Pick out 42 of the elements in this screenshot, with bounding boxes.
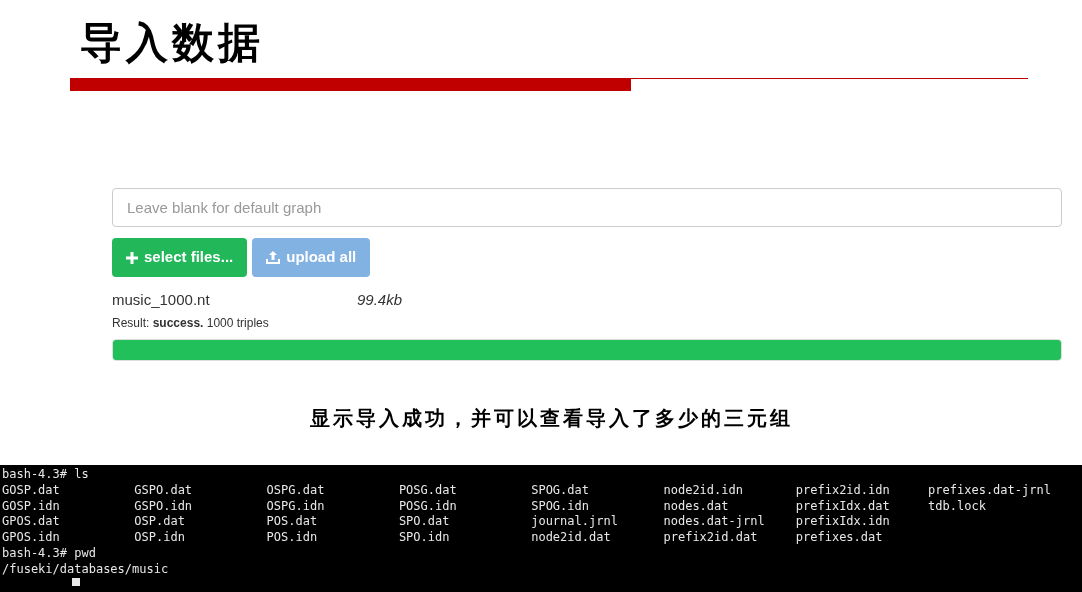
command-line: bash-4.3# ls (2, 467, 89, 483)
file-entry: SPO.dat (398, 514, 451, 531)
file-entry: prefix2id.idn (795, 482, 891, 499)
file-entry: POSG.dat (398, 482, 458, 499)
caption: 显示导入成功，并可以查看导入了多少的三元组 (308, 405, 793, 431)
file-entry: SPOG.dat (531, 482, 590, 499)
file-entry: prefixIdx.idn (795, 514, 891, 531)
file-entry: GOSP.dat (2, 482, 61, 499)
plus-icon (126, 251, 138, 264)
slide-title: 导入数据 (80, 18, 264, 68)
file-entry: nodes.dat-jrnl (663, 514, 766, 531)
select-files-button[interactable]: select files... (112, 238, 248, 277)
file-entry: journal.jrnl (531, 514, 619, 531)
graph-name-field[interactable]: Leave blank for default graph (112, 188, 1062, 227)
file-entry: GPOS.idn (2, 530, 61, 546)
upload-icon (266, 251, 281, 264)
file-entry: GOSP.idn (2, 498, 61, 515)
file-size: 99.4kb (357, 289, 403, 310)
file-entry: node2id.idn (663, 482, 744, 499)
file-entry: GPOS.dat (2, 514, 61, 531)
file-entry: GSPO.dat (134, 482, 194, 499)
file-entry: GSPO.idn (134, 498, 194, 515)
file-entry: OSP.dat (134, 514, 186, 531)
command-output: /fuseki/databases/music (2, 561, 169, 578)
file-entry: OSP.idn (134, 530, 186, 546)
file-entry: prefixes.dat (795, 530, 884, 546)
file-entry: SPO.idn (398, 530, 451, 546)
file-entry: POS.idn (266, 530, 319, 546)
file-entry: node2id.dat (531, 530, 612, 546)
file-name: music_1000.nt (112, 289, 211, 310)
upload-result: Result: success. 1000 triples (112, 315, 270, 330)
file-entry: POS.dat (266, 514, 319, 531)
file-entry: prefixIdx.dat (795, 498, 891, 515)
file-entry: POSG.idn (398, 498, 458, 515)
file-entry: prefix2id.dat (663, 530, 759, 546)
command-line: bash-4.3# pwd (2, 546, 96, 562)
file-entry: SPOG.idn (531, 498, 590, 515)
file-entry: OSPG.dat (266, 482, 326, 499)
file-entry: OSPG.idn (266, 498, 326, 515)
file-entry: nodes.dat (663, 498, 730, 515)
file-entry: tdb.lock (928, 498, 987, 515)
file-entry: prefixes.dat-jrnl (928, 482, 1052, 499)
